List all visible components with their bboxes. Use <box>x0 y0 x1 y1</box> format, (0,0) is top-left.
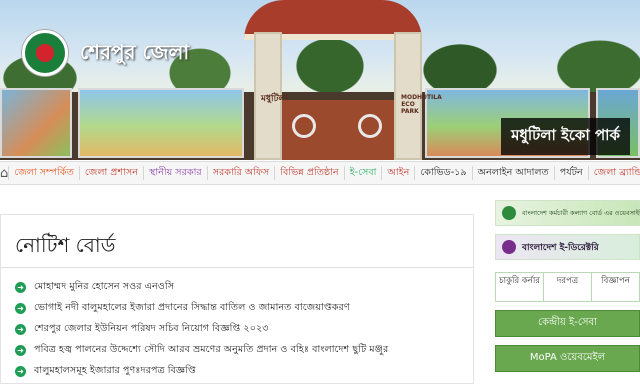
header-banner: মধুটিলা MODHUTILA ECO PARK শেরপুর জেলা ম… <box>0 0 640 160</box>
notice-link[interactable]: পবিত্র হজ্ব পালনের উদ্দেশ্যে সৌদি আরব ভ্… <box>34 342 388 359</box>
list-item[interactable]: ➜ শেরপুর জেলার ইউনিয়ন পরিষদ সচিব নিয়োগ … <box>15 319 388 340</box>
divider <box>1 267 473 268</box>
home-icon[interactable]: ⌂ <box>0 162 8 184</box>
notice-board-title: নোটিশ বোর্ড <box>15 233 116 257</box>
list-item[interactable]: ➜ পবিত্র হজ্ব পালনের উদ্দেশ্যে সৌদি আরব ভ… <box>15 340 388 361</box>
gate-left-text: মধুটিলা <box>261 94 288 104</box>
nav-item-local-govt[interactable]: স্থানীয় সরকার <box>142 166 207 180</box>
list-item[interactable]: ➜ ভোগাই নদী বালুমহালের ইজারা প্রদানের সিদ… <box>15 298 388 319</box>
central-e-service-button[interactable]: কেন্দ্রীয় ই-সেবা <box>495 310 640 337</box>
government-logo[interactable] <box>22 30 68 76</box>
arrow-right-icon: ➜ <box>15 303 26 314</box>
mural-1 <box>0 88 72 158</box>
notice-link[interactable]: শেরপুর জেলার ইউনিয়ন পরিষদ সচিব নিয়োগ ব… <box>34 321 269 338</box>
sidebar-tabs: চাকুরি কর্নার দরপত্র বিজ্ঞাপন <box>495 272 640 302</box>
mopa-webmail-button[interactable]: MoPA ওয়েবমেইল <box>495 345 640 372</box>
list-item[interactable]: ➜ মোহাম্মদ মুনির হোসেন সওর এনওসি <box>15 277 388 298</box>
notice-list: ➜ মোহাম্মদ মুনির হোসেন সওর এনওসি ➜ ভোগাই ন… <box>15 277 388 382</box>
notice-link[interactable]: বালুমহালসমূহ ইজারার পুণঃদরপত্র বিজ্ঞপ্তি <box>34 363 196 380</box>
arrow-right-icon: ➜ <box>15 324 26 335</box>
notice-board: নোটিশ বোর্ড ➜ মোহাম্মদ মুনির হোসেন সওর এন… <box>0 214 474 384</box>
wheel-decoration <box>292 114 316 138</box>
notice-link[interactable]: মোহাম্মদ মুনির হোসেন সওর এনওসি <box>34 279 174 296</box>
gate-opening <box>282 100 394 160</box>
wheel-decoration <box>358 114 382 138</box>
notice-link[interactable]: ভোগাই নদী বালুমহালের ইজারা প্রদানের সিদ্… <box>34 300 350 317</box>
nav-item-institutions[interactable]: বিভিন্ন প্রতিষ্ঠান <box>274 166 343 180</box>
right-sidebar: বাংলাদেশ কর্মচারী কল্যাণ বোর্ড এর ওয়েবস… <box>495 200 640 380</box>
tab-job-corner[interactable]: চাকুরি কর্নার <box>496 273 544 301</box>
arrow-right-icon: ➜ <box>15 282 26 293</box>
nav-item-online-court[interactable]: অনলাইন আদালত <box>471 166 554 180</box>
gate-pillar-left: মধুটিলা <box>254 32 288 160</box>
tab-tender[interactable]: দরপত্র <box>544 273 592 301</box>
mural-2 <box>78 88 244 158</box>
logo-sun <box>36 44 54 62</box>
nav-item-covid[interactable]: কোভিড-১৯ <box>414 166 471 180</box>
banner-label: বাংলাদেশ কর্মচারী কল্যাণ বোর্ড এর ওয়েবস… <box>522 208 640 217</box>
banner-label: বাংলাদেশ ই-ডিরেক্টরি <box>522 242 599 253</box>
nav-item-district-admin[interactable]: জেলা প্রশাসন <box>78 166 143 180</box>
tab-advertisement[interactable]: বিজ্ঞাপন <box>592 273 639 301</box>
park-label: মধুটিলা ইকো পার্ক <box>501 118 630 155</box>
arrow-right-icon: ➜ <box>15 366 26 377</box>
nav-item-tourism[interactable]: পর্যটন <box>553 166 588 180</box>
nav-item-district-about[interactable]: জেলা সম্পর্কিত <box>8 166 79 180</box>
gate-pillar-right: MODHUTILA ECO PARK <box>394 32 442 160</box>
site-title[interactable]: শেরপুর জেলা <box>80 38 189 71</box>
welfare-board-banner[interactable]: বাংলাদেশ কর্মচারী কল্যাণ বোর্ড এর ওয়েবস… <box>495 200 640 226</box>
arrow-right-icon: ➜ <box>15 345 26 356</box>
directory-icon <box>502 240 516 254</box>
globe-icon <box>502 206 516 220</box>
nav-item-law[interactable]: আইন <box>381 166 414 180</box>
nav-item-govt-offices[interactable]: সরকারি অফিস <box>206 166 275 180</box>
main-nav: ⌂ জেলা সম্পর্কিত জেলা প্রশাসন স্থানীয় স… <box>0 161 640 185</box>
nav-item-branding[interactable]: জেলা ব্র্যান্ডিং <box>587 166 640 180</box>
e-directory-banner[interactable]: বাংলাদেশ ই-ডিরেক্টরি <box>495 234 640 260</box>
gate-right-text: MODHUTILA ECO PARK <box>401 94 442 115</box>
nav-item-e-service[interactable]: ই-সেবা <box>343 166 382 180</box>
